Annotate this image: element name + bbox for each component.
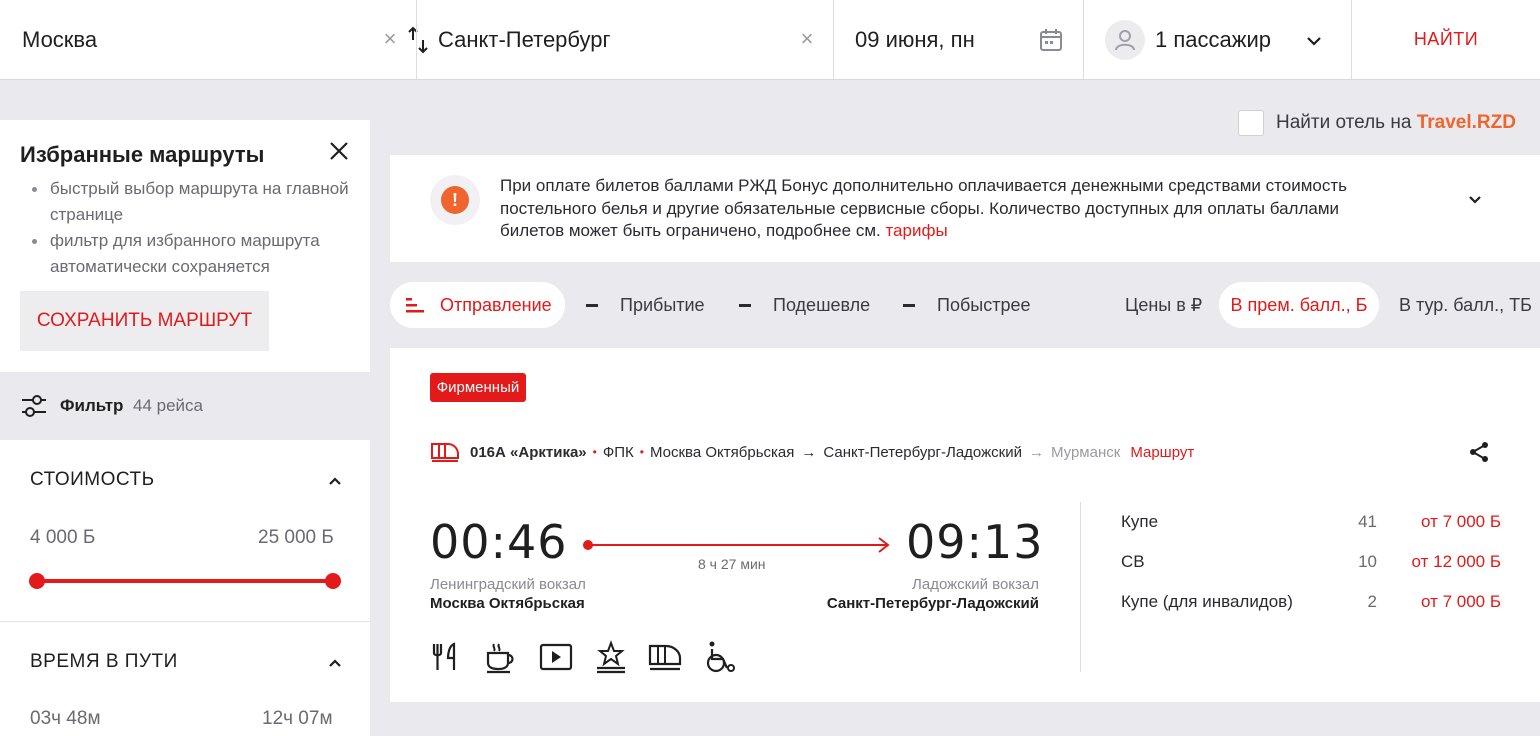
date-field[interactable]: 09 июня, пн	[855, 0, 975, 79]
seat-price: от 7 000 Б	[1420, 512, 1501, 531]
duration: 8 ч 27 мин	[698, 556, 766, 572]
seat-count: 10	[1358, 552, 1377, 571]
chevron-down-icon[interactable]	[1466, 191, 1484, 209]
swap-icon[interactable]	[404, 24, 432, 56]
prices-in-tourist-points[interactable]: В тур. балл., ТБ	[1399, 282, 1532, 328]
arrival-station: Санкт-Петербург-Ладожский	[826, 595, 1039, 612]
premium-icon	[597, 640, 625, 674]
tariffs-link[interactable]: тарифы	[885, 221, 947, 240]
sort-faster[interactable]: Побыстрее	[903, 282, 1030, 328]
travel-time-min: 03ч 48м	[30, 708, 101, 729]
favorites-title: Избранные маршруты	[20, 142, 265, 167]
clear-to-icon[interactable]: ×	[796, 28, 818, 50]
sort-faster-label: Побыстрее	[937, 294, 1031, 315]
passengers-select[interactable]: 1 пассажир	[1155, 0, 1271, 79]
cost-title: СТОИМОСТЬ	[30, 469, 155, 490]
prices-in-premium-points[interactable]: В прем. балл., Б	[1219, 282, 1379, 328]
departure-station-sub: Ленинградский вокзал	[430, 576, 586, 593]
to-value: Санкт-Петербург	[438, 26, 611, 52]
route-link[interactable]: Маршрут	[1130, 444, 1194, 461]
list-item: быстрый выбор маршрута на главной страни…	[30, 176, 350, 228]
seat-type: Купе	[1121, 512, 1159, 531]
seat-count: 41	[1358, 512, 1377, 531]
seat-count: 2	[1367, 592, 1377, 611]
route-to: Санкт-Петербург-Ладожский	[823, 443, 1022, 461]
departure-station: Москва Октябрьская	[430, 595, 585, 612]
sort-arrival-label: Прибытие	[620, 294, 705, 315]
warning-icon: !	[430, 175, 480, 225]
hotel-text: Найти отель на	[1276, 112, 1417, 133]
cost-slider-min-handle[interactable]	[29, 573, 45, 589]
coffee-icon	[486, 643, 514, 674]
favorites-list: быстрый выбор маршрута на главной страни…	[30, 176, 350, 280]
seat-price: от 7 000 Б	[1420, 592, 1501, 611]
clear-from-icon[interactable]: ×	[379, 28, 401, 50]
departure-time: 00:46	[430, 515, 568, 569]
train-route-line: 016А «Арктика» • ФПК • Москва Октябрьска…	[430, 441, 1194, 463]
divider	[0, 621, 370, 622]
search-bar: Москва × Санкт-Петербург × 09 июня, пн 1…	[0, 0, 1540, 80]
carrier: ФПК	[602, 443, 634, 461]
chevron-up-icon[interactable]	[326, 472, 344, 490]
from-value: Москва	[22, 26, 98, 52]
route-from: Москва Октябрьская	[649, 443, 795, 461]
train-number: 016А «Арктика»	[470, 443, 587, 461]
arrival-station-sub: Ладожский вокзал	[912, 576, 1039, 593]
to-field[interactable]: Санкт-Петербург	[438, 0, 611, 79]
chevron-down-icon[interactable]	[1303, 30, 1325, 52]
notice-text: При оплате билетов баллами РЖД Бонус доп…	[500, 175, 1400, 243]
route-final: Мурманск	[1050, 443, 1121, 461]
find-button[interactable]: НАЙТИ	[1352, 0, 1540, 79]
seat-class-row[interactable]: Купе (для инвалидов) 2 от 7 000 Б	[1121, 592, 1501, 616]
video-icon	[539, 643, 573, 671]
duration-arrow	[583, 537, 890, 553]
cost-slider-track[interactable]	[37, 579, 333, 583]
fast-train-icon	[648, 644, 682, 671]
cost-max: 25 000 Б	[258, 527, 334, 548]
train-icon	[431, 443, 459, 462]
cost-slider-max-handle[interactable]	[325, 573, 341, 589]
sort-icon	[406, 298, 424, 313]
filter-label: Фильтр	[60, 396, 124, 415]
sort-bar: Отправление Прибытие Подешевле Побыстрее…	[390, 282, 1540, 328]
sort-arrival[interactable]: Прибытие	[586, 282, 705, 328]
share-icon[interactable]	[1468, 441, 1490, 463]
seat-price: от 12 000 Б	[1411, 552, 1501, 571]
travel-time-max: 12ч 07м	[262, 708, 333, 729]
arrival-time: 09:13	[906, 515, 1044, 569]
hotel-label: Найти отель на Travel.RZD	[1276, 112, 1516, 134]
hotel-checkbox[interactable]	[1238, 110, 1264, 136]
passengers-value: 1 пассажир	[1155, 26, 1271, 52]
list-item: фильтр для избранного маршрута автоматич…	[30, 228, 350, 280]
calendar-icon[interactable]	[1038, 27, 1064, 53]
sort-departure-label: Отправление	[440, 294, 552, 315]
from-field[interactable]: Москва	[22, 0, 97, 79]
filter-icon[interactable]	[20, 393, 48, 419]
filter-count: 44 рейса	[133, 396, 203, 415]
wheelchair-icon	[706, 641, 735, 673]
travel-time-title: ВРЕМЯ В ПУТИ	[30, 651, 178, 672]
save-route-button[interactable]: СОХРАНИТЬ МАРШРУТ	[20, 291, 269, 351]
cost-min: 4 000 Б	[30, 527, 96, 548]
seat-type: СВ	[1121, 552, 1145, 571]
seat-class-row[interactable]: СВ 10 от 12 000 Б	[1121, 552, 1501, 576]
restaurant-icon	[432, 642, 456, 670]
divider	[1080, 502, 1081, 672]
sort-cheaper[interactable]: Подешевле	[739, 282, 870, 328]
sort-cheaper-label: Подешевле	[773, 294, 871, 315]
seat-type: Купе (для инвалидов)	[1121, 592, 1293, 611]
close-icon[interactable]	[326, 138, 352, 164]
seat-class-row[interactable]: Купе 41 от 7 000 Б	[1121, 512, 1501, 536]
date-value: 09 июня, пн	[855, 26, 975, 52]
chevron-up-icon[interactable]	[326, 654, 344, 672]
prices-in-rubles[interactable]: Цены в ₽	[1125, 282, 1202, 328]
travel-rzd-link[interactable]: Travel.RZD	[1417, 112, 1516, 133]
branded-badge: Фирменный	[430, 373, 526, 402]
sort-departure[interactable]: Отправление	[390, 282, 565, 328]
passenger-avatar-icon	[1105, 20, 1145, 60]
